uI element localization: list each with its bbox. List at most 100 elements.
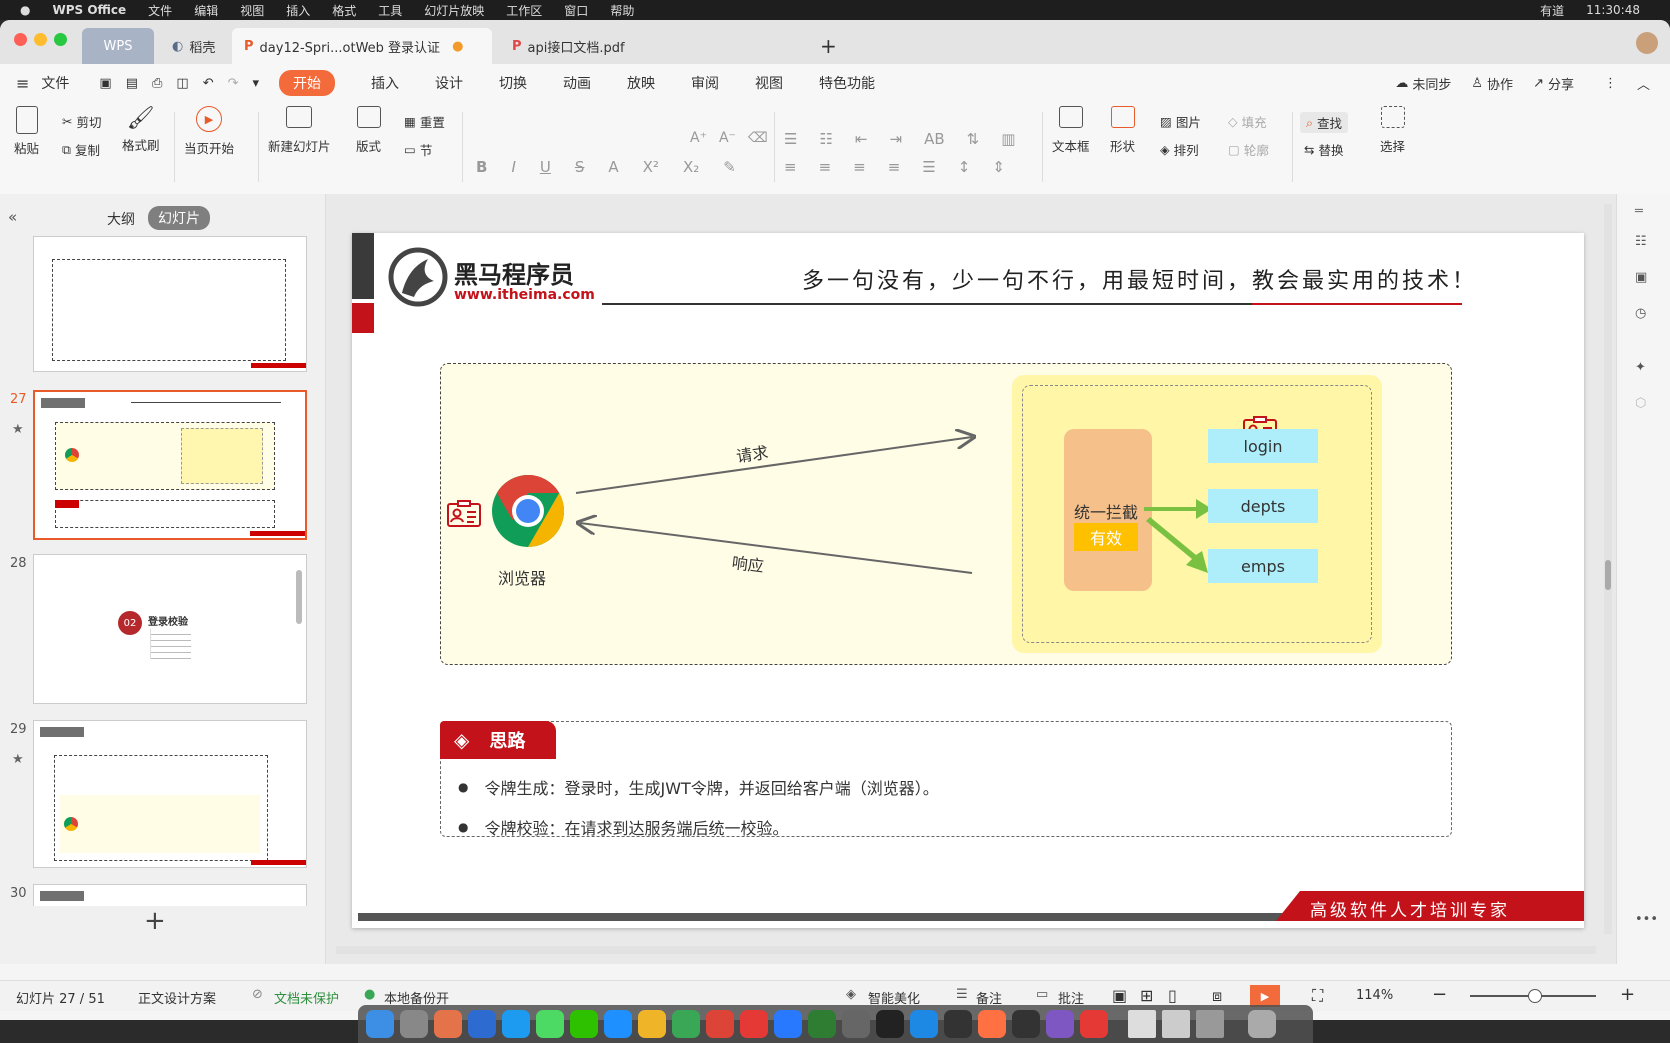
replace-button[interactable]: ⇆ 替换 [1304, 140, 1344, 159]
line-spacing-icon[interactable]: ↕ [958, 158, 971, 176]
properties-icon[interactable]: ═ [1635, 204, 1643, 219]
app-name[interactable]: WPS Office [52, 3, 126, 17]
zoom-window-button[interactable] [54, 33, 67, 46]
slide-thumbnail-30[interactable] [33, 884, 307, 906]
datagrip-icon[interactable] [1012, 1010, 1040, 1038]
copy-button[interactable]: ⧉ 复制 [62, 140, 100, 159]
pen-app-icon[interactable] [978, 1010, 1006, 1038]
zoom-slider-handle[interactable] [1528, 989, 1542, 1003]
new-slide-button[interactable]: 新建幻灯片 [268, 106, 331, 155]
decrease-indent-icon[interactable]: ⇤ [855, 130, 868, 148]
italic-icon[interactable]: I [511, 158, 515, 176]
customize-icon[interactable]: ▾ [253, 76, 260, 91]
close-window-button[interactable] [14, 33, 27, 46]
picture-button[interactable]: ▨ 图片 [1160, 112, 1201, 131]
paste-button[interactable]: 粘贴 [14, 106, 39, 157]
align-right-icon[interactable]: ≡ [853, 158, 866, 176]
slide-thumbnail-26[interactable] [33, 236, 307, 372]
slide-thumbnail-27[interactable] [33, 390, 307, 540]
shape-button[interactable]: 形状 [1110, 106, 1135, 155]
obs-icon[interactable] [944, 1010, 972, 1038]
tab-view[interactable]: 视图 [755, 73, 783, 93]
menu-file[interactable]: 文件 [148, 2, 172, 19]
collapse-panel-icon[interactable]: « [8, 208, 17, 226]
bold-icon[interactable]: B [476, 158, 487, 176]
sort-icon[interactable]: ⇅ [967, 130, 980, 148]
apple-icon[interactable]: ● [20, 3, 30, 17]
window-thumb-2[interactable] [1162, 1010, 1190, 1038]
messages-icon[interactable] [536, 1010, 564, 1038]
subscript-icon[interactable]: X₂ [683, 158, 699, 176]
qq-icon[interactable] [604, 1010, 632, 1038]
sync-app-icon[interactable] [672, 1010, 700, 1038]
outline-button[interactable]: ▢ 轮廓 [1228, 140, 1269, 159]
redo-icon[interactable]: ↷ [228, 76, 239, 91]
chrome-dock-icon[interactable] [706, 1010, 734, 1038]
select-button[interactable]: 选择 [1380, 106, 1405, 155]
canvas-vscroll-thumb[interactable] [1605, 560, 1611, 590]
settings-icon[interactable] [400, 1010, 428, 1038]
menu-window[interactable]: 窗口 [564, 2, 588, 19]
tab-outline[interactable]: 大纲 [107, 209, 135, 229]
terminal-icon[interactable] [876, 1010, 904, 1038]
fill-button[interactable]: ◇ 填充 [1228, 112, 1267, 131]
arrange-button[interactable]: ◈ 排列 [1160, 140, 1199, 159]
menu-edit[interactable]: 编辑 [194, 2, 218, 19]
font-color-icon[interactable]: A [608, 158, 618, 176]
tab-insert[interactable]: 插入 [371, 73, 399, 93]
menu-tools[interactable]: 工具 [378, 2, 402, 19]
menu-format[interactable]: 格式 [332, 2, 356, 19]
canvas-hscrollbar[interactable] [336, 946, 1596, 954]
zoom-level[interactable]: 114% [1356, 988, 1393, 1003]
section-button[interactable]: ▭ 节 [404, 140, 432, 159]
slide-thumbnail-29[interactable] [33, 720, 307, 868]
bullets-icon[interactable]: ☰ [784, 130, 797, 148]
intellij-icon[interactable] [1046, 1010, 1074, 1038]
finder-icon[interactable] [366, 1010, 394, 1038]
hamburger-icon[interactable]: ≡ [16, 74, 29, 93]
menu-help[interactable]: 帮助 [610, 2, 634, 19]
trash-icon[interactable] [1248, 1010, 1276, 1038]
share-button[interactable]: 分享 [1548, 74, 1574, 93]
textbox-button[interactable]: 文本框 [1052, 106, 1090, 155]
sync-status[interactable]: 未同步 [1412, 74, 1451, 93]
preview-icon[interactable]: ◫ [176, 76, 188, 91]
superscript-icon[interactable]: X² [643, 158, 659, 176]
current-slide[interactable]: 黑马程序员 www.itheima.com 多一句没有，少一句不行，用最短时间，… [352, 233, 1584, 928]
play-from-current-button[interactable]: ▶ 当页开始 [184, 106, 234, 157]
cut-button[interactable]: ✂ 剪切 [62, 112, 102, 131]
clear-format-icon[interactable]: ⌫ [748, 130, 768, 146]
increase-indent-icon[interactable]: ⇥ [889, 130, 902, 148]
save-icon[interactable]: ▣ [99, 76, 111, 91]
history-icon[interactable]: ◷ [1635, 306, 1646, 321]
tab-wps-home[interactable]: WPS [82, 28, 154, 64]
zoom-out-button[interactable]: − [1432, 984, 1447, 1005]
menu-workspace[interactable]: 工作区 [506, 2, 542, 19]
format-brush-button[interactable]: 🖌 格式刷 [122, 106, 160, 154]
navicat-icon[interactable] [842, 1010, 870, 1038]
grid-view-icon[interactable]: ⊞ [1140, 986, 1153, 1005]
fit-window-icon[interactable]: ⛶ [1312, 986, 1323, 1006]
slide-thumbnail-28[interactable]: 02 登录校验 [33, 554, 307, 704]
collab-button[interactable]: 协作 [1487, 74, 1513, 93]
file-menu[interactable]: 文件 [41, 73, 69, 93]
assets-icon[interactable]: ▣ [1635, 270, 1647, 285]
play-slideshow-button[interactable]: ▶ [1250, 985, 1280, 1007]
new-tab-button[interactable]: + [808, 28, 849, 64]
cube-icon[interactable]: ⬡ [1635, 396, 1646, 411]
numbering-icon[interactable]: ☷ [819, 130, 832, 148]
print-icon[interactable]: ⎙ [152, 76, 162, 91]
protect-status[interactable]: 文档未保护 [274, 988, 339, 1007]
tab-animation[interactable]: 动画 [563, 73, 591, 93]
photos-icon[interactable] [638, 1010, 666, 1038]
tab-slides[interactable]: 幻灯片 [148, 206, 210, 230]
decrease-font-icon[interactable]: A⁻ [719, 130, 736, 146]
find-button[interactable]: ⌕ 查找 [1300, 112, 1349, 133]
zoom-in-button[interactable]: + [1620, 984, 1635, 1005]
design-scheme[interactable]: 正文设计方案 [138, 988, 216, 1007]
numbers-icon[interactable] [808, 1010, 836, 1038]
user-avatar[interactable] [1636, 32, 1658, 54]
adjust-icon[interactable]: ☷ [1635, 234, 1647, 249]
launchpad-icon[interactable] [434, 1010, 462, 1038]
reading-view-icon[interactable]: ▯ [1168, 986, 1177, 1005]
